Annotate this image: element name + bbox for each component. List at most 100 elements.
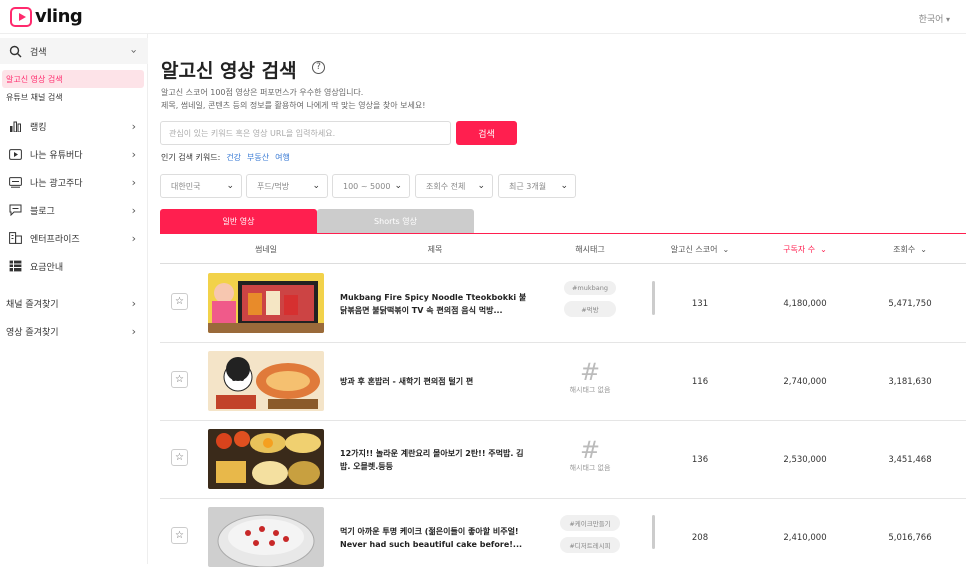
views-select[interactable]: 조회수 전체 ⌄ — [415, 174, 493, 198]
category-select[interactable]: 푸드/먹방 ⌄ — [246, 174, 328, 198]
hashtag-chip[interactable]: #디저트레시피 — [560, 537, 620, 553]
hash-icon: # — [579, 436, 601, 464]
column-subscribers[interactable]: 구독자 수 ⌄ — [760, 234, 850, 264]
filter-value: 대한민국 — [171, 181, 201, 191]
star-icon[interactable]: ☆ — [171, 293, 188, 310]
filter-value: 조회수 전체 — [426, 181, 466, 191]
table-header: 썸네일 제목 해시태그 알고신 스코어 ⌄ 구독자 수 ⌄ 조회수 ⌄ — [160, 234, 966, 264]
hash-icon: # — [579, 358, 601, 386]
views-value: 3,451,468 — [888, 455, 932, 465]
hashtag-chip[interactable]: #먹방 — [564, 301, 616, 317]
page-title: 알고신 영상 검색 — [161, 60, 297, 82]
video-thumbnail[interactable] — [208, 273, 324, 333]
sidebar-item-pricing[interactable]: 요금안내 — [0, 255, 148, 277]
no-hashtag-text: 해시태그 없음 — [569, 464, 611, 472]
hashtag-chip[interactable]: #mukbang — [564, 281, 616, 295]
search-icon — [8, 44, 22, 58]
sidebar-item-channel-favorites[interactable]: 채널 즐겨찾기 › — [0, 292, 148, 314]
video-title[interactable]: Mukbang Fire Spicy Noodle Tteokbokki 불닭볶… — [340, 291, 530, 317]
video-title[interactable]: 12가지!! 놀라운 계란요리 몰아보기 2탄!! 주먹밥. 김밥. 오믈렛.등… — [340, 447, 530, 473]
youtube-play-icon — [8, 147, 22, 161]
blog-icon — [8, 203, 22, 217]
table-row[interactable]: ☆ Mukbang Fire Spicy Noodle Tteokbokki 불… — [160, 265, 966, 343]
views-value: 3,181,630 — [888, 377, 932, 387]
video-thumbnail[interactable] — [208, 351, 324, 411]
chevron-down-icon: ⌄ — [722, 244, 730, 254]
score-value: 131 — [691, 299, 709, 309]
chevron-down-icon: ⌄ — [920, 244, 927, 254]
filter-value: 푸드/먹방 — [257, 181, 290, 191]
subscribers-value: 4,180,000 — [783, 299, 827, 309]
popular-keywords: 인기 검색 키워드: 건강 부동산 여행 — [161, 152, 290, 163]
chevron-down-icon: › — [127, 48, 141, 54]
main-content: 알고신 영상 검색 ? 알고신 스코어 100점 영상은 퍼포먼스가 우수한 영… — [149, 34, 966, 567]
chevron-right-icon: › — [131, 203, 136, 217]
sidebar-item-blog[interactable]: 블로그 › — [0, 199, 148, 221]
views-value: 5,471,750 — [888, 299, 932, 309]
tab-shorts-video[interactable]: Shorts 영상 — [317, 209, 474, 233]
sidebar-item-advertiser[interactable]: 나는 광고주다 › — [0, 171, 148, 193]
help-icon[interactable]: ? — [312, 61, 325, 74]
sidebar: 검색 › 알고신 영상 검색 유튜브 채널 검색 랭킹 › 나는 유튜버다 › … — [0, 34, 148, 564]
chevron-down-icon: ⌄ — [394, 181, 402, 191]
top-bar: vling 한국어 — [0, 0, 966, 34]
star-icon[interactable]: ☆ — [171, 371, 188, 388]
table-row[interactable]: ☆ 먹기 아까운 투명 케이크 (젊은이들이 좋아할 비주얼! Never ha… — [160, 499, 966, 577]
column-thumbnail: 썸네일 — [254, 244, 278, 254]
column-title: 제목 — [427, 244, 443, 254]
popular-keywords-label: 인기 검색 키워드: — [161, 153, 221, 162]
star-icon[interactable]: ☆ — [171, 527, 188, 544]
pricing-icon — [8, 259, 22, 273]
search-button[interactable]: 검색 — [456, 121, 517, 145]
sidebar-item-video-favorites[interactable]: 영상 즐겨찾기 › — [0, 320, 148, 342]
video-thumbnail[interactable] — [208, 429, 324, 489]
filter-value: 100 ~ 5000 — [343, 181, 391, 191]
range-select[interactable]: 100 ~ 5000 ⌄ — [332, 174, 410, 198]
hashtag-list: #mukbang #먹방 — [560, 281, 620, 323]
chevron-right-icon: › — [131, 147, 136, 161]
column-views[interactable]: 조회수 ⌄ — [870, 234, 950, 264]
tab-general-video[interactable]: 일반 영상 — [160, 209, 317, 233]
sidebar-item-label: 랭킹 — [30, 122, 47, 133]
video-thumbnail[interactable] — [208, 507, 324, 567]
chevron-right-icon: › — [131, 324, 136, 338]
ranking-bars-icon — [8, 119, 22, 133]
sidebar-item-label: 요금안내 — [30, 262, 64, 273]
keyword-link[interactable]: 부동산 — [247, 152, 269, 163]
column-views-label: 조회수 — [893, 244, 916, 254]
keyword-link[interactable]: 건강 — [226, 152, 241, 163]
sidebar-item-label: 채널 즐겨찾기 — [6, 299, 59, 310]
table-row[interactable]: ☆ 12가지!! 놀라운 계란요리 몰아보기 2탄!! 주먹밥. 김밥. 오믈렛… — [160, 421, 966, 499]
language-selector[interactable]: 한국어 — [919, 12, 950, 25]
sidebar-item-ranking[interactable]: 랭킹 › — [0, 115, 148, 137]
sidebar-item-label: 나는 광고주다 — [30, 178, 83, 189]
sidebar-item-enterprise[interactable]: 엔터프라이즈 › — [0, 227, 148, 249]
sidebar-item-youtuber[interactable]: 나는 유튜버다 › — [0, 143, 148, 165]
sidebar-sub-video-search[interactable]: 알고신 영상 검색 — [2, 70, 144, 88]
hashtag-chip[interactable]: #케이크만들기 — [560, 515, 620, 531]
video-title[interactable]: 방과 후 혼밥러 - 새학기 편의점 털기 편 — [340, 375, 530, 388]
sidebar-search[interactable]: 검색 › — [0, 38, 148, 64]
subscribers-value: 2,740,000 — [783, 377, 827, 387]
no-hashtag: # 해시태그 없음 — [556, 437, 624, 473]
column-score[interactable]: 알고신 스코어 ⌄ — [650, 234, 750, 264]
sidebar-sub-channel-search[interactable]: 유튜브 채널 검색 — [0, 88, 148, 106]
search-input[interactable]: 관심이 있는 키워드 혹은 영상 URL을 입력하세요. — [160, 121, 451, 145]
period-select[interactable]: 최근 3개월 ⌄ — [498, 174, 576, 198]
chevron-right-icon: › — [131, 119, 136, 133]
chevron-right-icon: › — [131, 175, 136, 189]
column-score-label: 알고신 스코어 — [670, 244, 718, 254]
no-hashtag-text: 해시태그 없음 — [569, 386, 611, 394]
vling-logo[interactable]: vling — [10, 6, 83, 27]
chevron-down-icon: ⌄ — [312, 181, 320, 191]
table-row[interactable]: ☆ 방과 후 혼밥러 - 새학기 편의점 털기 편 # 해시태그 없음 116 … — [160, 343, 966, 421]
video-title[interactable]: 먹기 아까운 투명 케이크 (젊은이들이 좋아할 비주얼! Never had … — [340, 525, 530, 551]
column-hashtag: 해시태그 — [575, 244, 605, 254]
star-icon[interactable]: ☆ — [171, 449, 188, 466]
play-logo-icon — [10, 6, 32, 27]
keyword-link[interactable]: 여행 — [275, 152, 290, 163]
subscribers-value: 2,410,000 — [783, 533, 827, 543]
score-value: 116 — [691, 377, 709, 387]
country-select[interactable]: 대한민국 ⌄ — [160, 174, 242, 198]
column-subscribers-label: 구독자 수 — [783, 244, 816, 254]
